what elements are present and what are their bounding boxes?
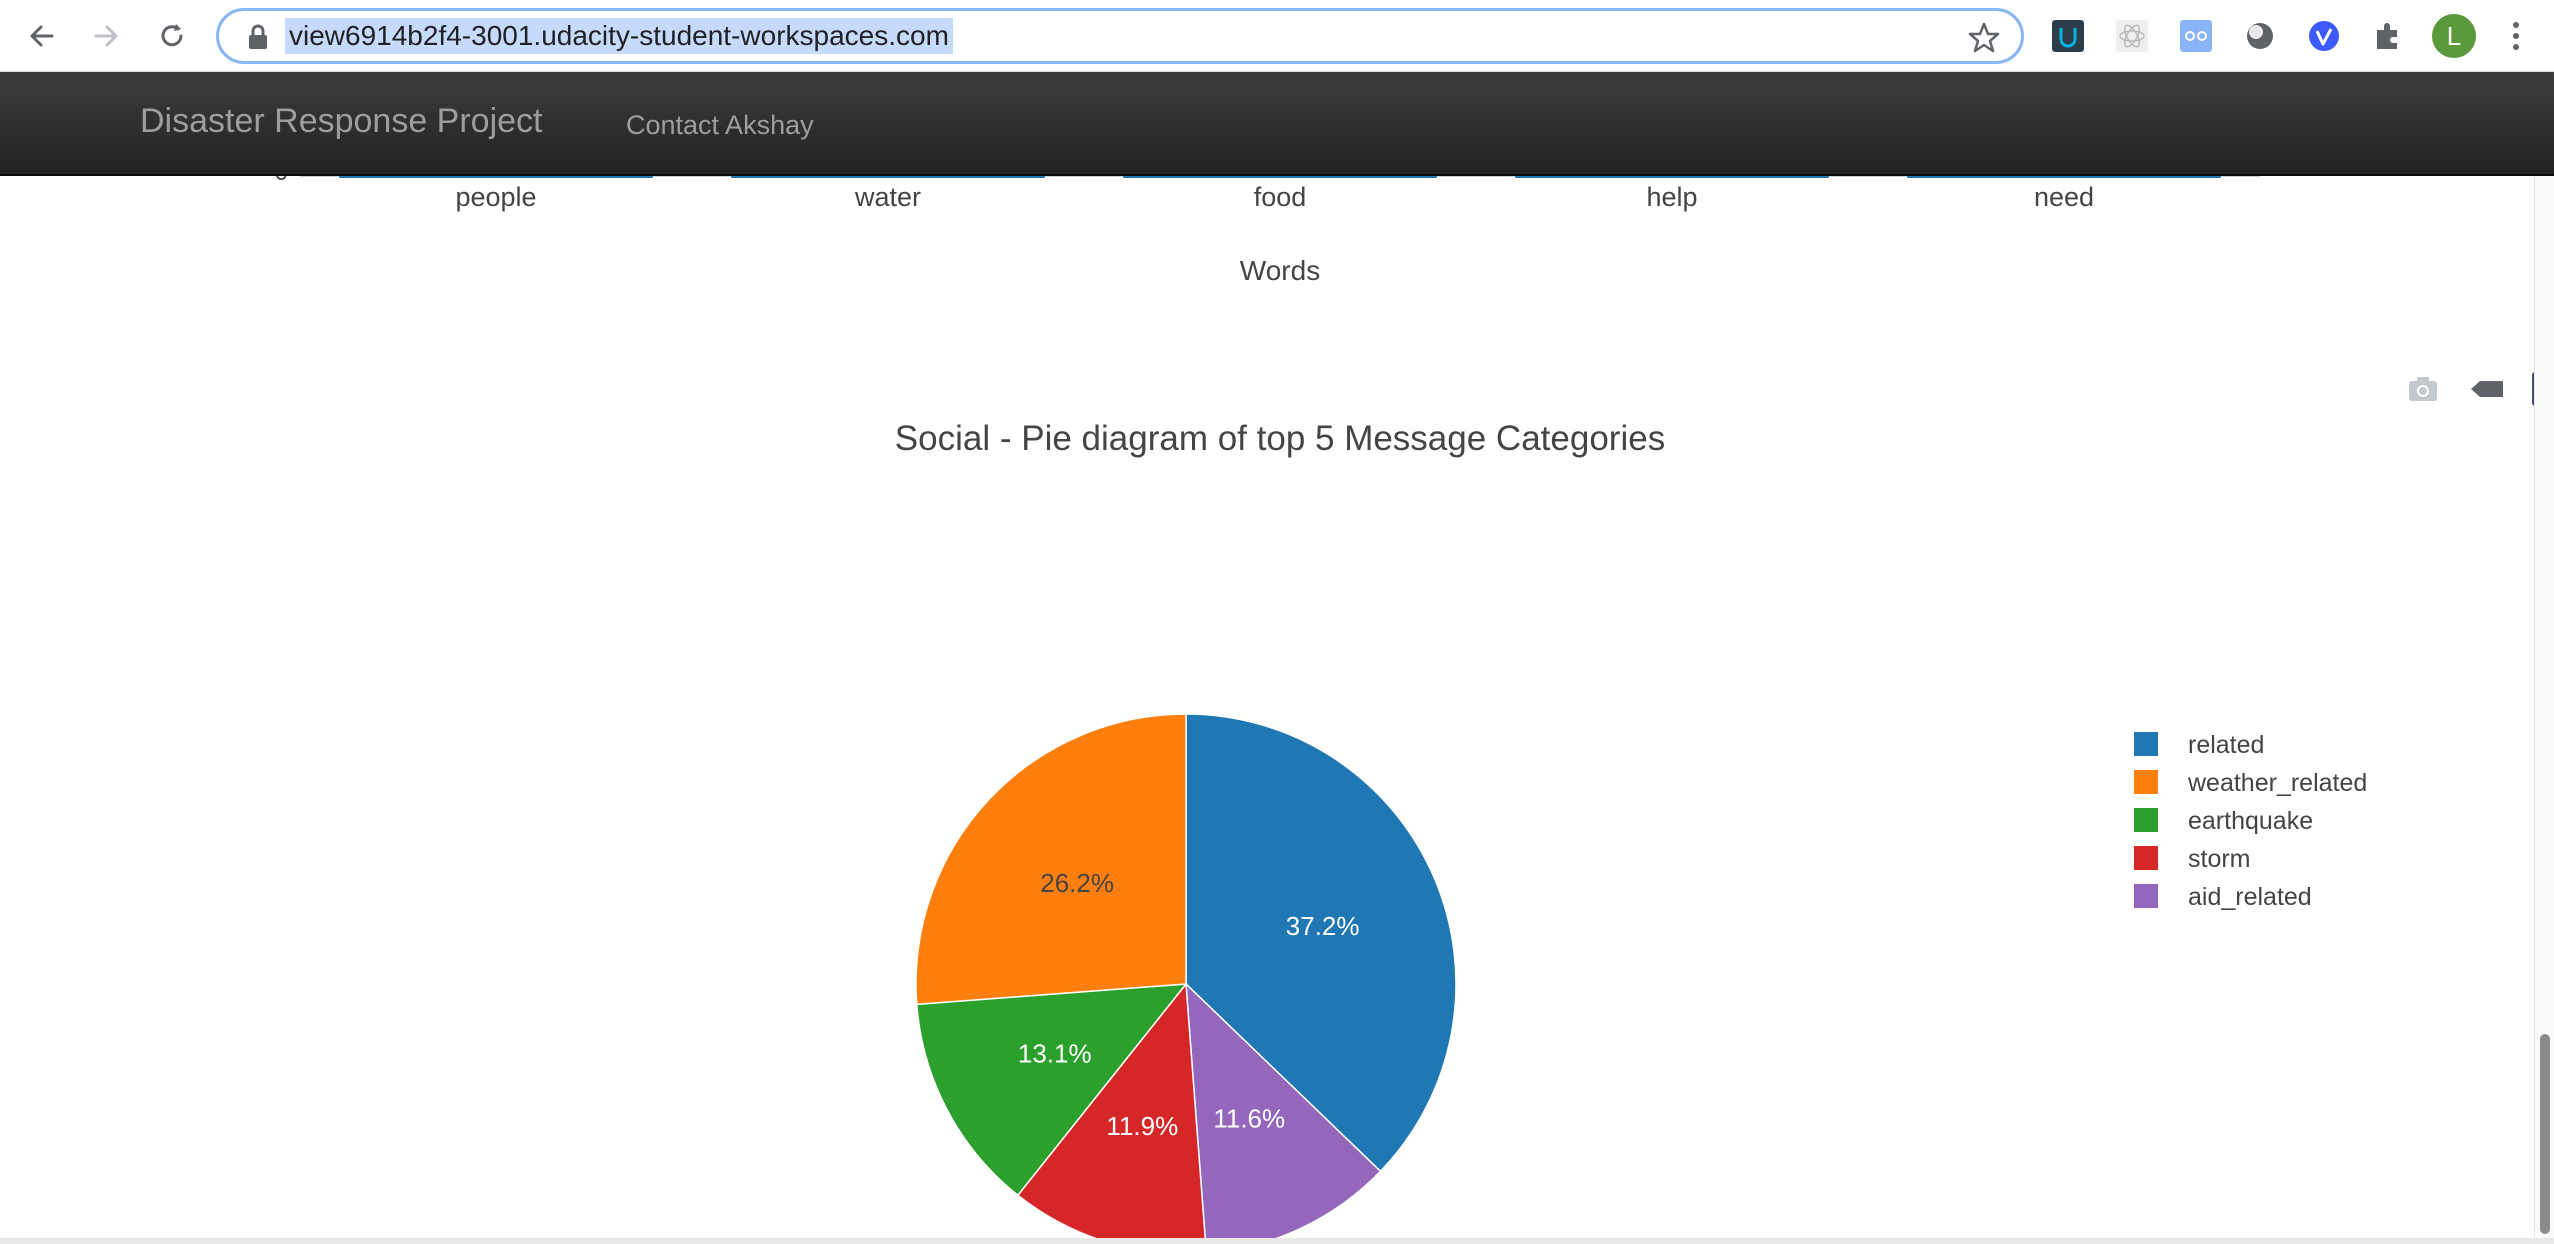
- contact-link[interactable]: Contact Akshay: [626, 110, 814, 141]
- x-tick-label: people: [455, 182, 536, 212]
- legend-item-weather-related[interactable]: weather_related: [2134, 769, 2367, 797]
- pie-slices: [915, 713, 1457, 1240]
- y-tick-label: 0: [275, 176, 288, 186]
- react-devtools-extension-icon[interactable]: [2114, 18, 2150, 54]
- word-bar: [1907, 176, 2221, 178]
- back-icon[interactable]: [22, 16, 62, 56]
- x-tick-label: help: [1646, 182, 1697, 212]
- word-bar: [1515, 176, 1829, 178]
- slice-label-storm: 11.9%: [1106, 1111, 1178, 1141]
- legend-label[interactable]: weather_related: [2187, 769, 2367, 797]
- browser-toolbar: view6914b2f4-3001.udacity-student-worksp…: [0, 0, 2554, 72]
- main-content: 0 people water food help need Words Social -…: [0, 176, 2554, 1240]
- x-tick-labels: people water food help need: [455, 182, 2094, 212]
- udacity-extension-icon[interactable]: [2050, 18, 2086, 54]
- legend-swatch[interactable]: [2134, 846, 2158, 870]
- kebab-menu-icon[interactable]: [2504, 18, 2528, 54]
- scrollbar-thumb[interactable]: [2540, 1034, 2550, 1234]
- slice-label-aid-related: 11.6%: [1213, 1103, 1285, 1133]
- tag-icon[interactable]: [2468, 370, 2506, 408]
- word-bar: [1123, 176, 1437, 178]
- camera-icon[interactable]: [2404, 370, 2442, 408]
- legend-label[interactable]: aid_related: [2188, 883, 2312, 911]
- legend-label[interactable]: related: [2188, 731, 2264, 759]
- word-bar: [339, 176, 653, 178]
- legend-item-aid-related[interactable]: aid_related: [2134, 883, 2312, 911]
- address-bar[interactable]: view6914b2f4-3001.udacity-student-worksp…: [216, 8, 2024, 64]
- slice-label-weather-related: 26.2%: [1040, 868, 1114, 898]
- forward-icon[interactable]: [86, 16, 126, 56]
- legend[interactable]: related weather_related earthquake storm aid…: [2134, 731, 2367, 911]
- bookmark-star-icon[interactable]: [1967, 21, 2001, 55]
- legend-swatch[interactable]: [2134, 770, 2158, 794]
- legend-item-storm[interactable]: storm: [2134, 845, 2251, 873]
- legend-label[interactable]: earthquake: [2188, 807, 2313, 835]
- x-tick-label: water: [854, 182, 921, 212]
- url-text[interactable]: view6914b2f4-3001.udacity-student-worksp…: [285, 18, 953, 54]
- legend-swatch[interactable]: [2134, 808, 2158, 832]
- pie-chart: Social - Pie diagram of top 5 Message Ca…: [895, 419, 2367, 1240]
- x-tick-label: need: [2034, 182, 2094, 212]
- profile-avatar[interactable]: L: [2432, 14, 2476, 58]
- x-tick-label: food: [1254, 182, 1307, 212]
- window-bottom-edge: [0, 1238, 2554, 1244]
- puzzle-extensions-icon[interactable]: [2370, 18, 2406, 54]
- word-bars: [300, 176, 2260, 178]
- slice-label-earthquake: 13.1%: [1018, 1038, 1092, 1068]
- x-axis-title: Words: [1240, 255, 1320, 286]
- glasses-extension-icon[interactable]: [2178, 18, 2214, 54]
- legend-item-related[interactable]: related: [2134, 731, 2264, 759]
- legend-label[interactable]: storm: [2188, 845, 2251, 873]
- legend-item-earthquake[interactable]: earthquake: [2134, 807, 2313, 835]
- vimeo-extension-icon[interactable]: [2306, 18, 2342, 54]
- word-frequency-chart: 0 people water food help need Words: [275, 176, 2260, 286]
- slice-label-related: 37.2%: [1286, 911, 1360, 941]
- site-navbar: Disaster Response Project Contact Akshay: [0, 72, 2554, 176]
- legend-swatch[interactable]: [2134, 884, 2158, 908]
- lock-icon[interactable]: [245, 23, 271, 51]
- sphere-extension-icon[interactable]: [2242, 18, 2278, 54]
- navbar-brand[interactable]: Disaster Response Project: [140, 102, 543, 141]
- chart-title: Social - Pie diagram of top 5 Message Ca…: [895, 419, 1665, 458]
- reload-icon[interactable]: [152, 16, 192, 56]
- word-bar: [731, 176, 1045, 178]
- legend-swatch[interactable]: [2134, 732, 2158, 756]
- pie-slice-weather-related[interactable]: [915, 713, 1187, 1006]
